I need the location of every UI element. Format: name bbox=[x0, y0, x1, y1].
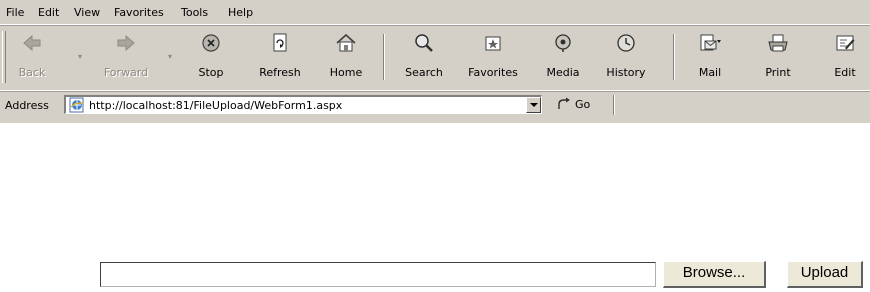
menu-view[interactable]: View bbox=[74, 7, 100, 19]
file-path-input[interactable] bbox=[100, 262, 656, 287]
back-button[interactable]: Back bbox=[8, 28, 56, 86]
search-button[interactable]: Search bbox=[397, 28, 451, 86]
go-button[interactable]: Go bbox=[553, 96, 599, 114]
address-label: Address bbox=[5, 99, 49, 112]
media-button[interactable]: Media bbox=[538, 28, 588, 86]
address-url[interactable]: http://localhost:81/FileUpload/WebForm1.… bbox=[89, 99, 342, 112]
edit-icon bbox=[836, 35, 855, 51]
menu-bar: File Edit View Favorites Tools Help bbox=[0, 0, 870, 25]
stop-button[interactable]: Stop bbox=[186, 28, 236, 86]
address-input[interactable]: http://localhost:81/FileUpload/WebForm1.… bbox=[64, 95, 542, 114]
home-icon bbox=[336, 33, 356, 52]
forward-arrow-icon bbox=[117, 34, 135, 52]
address-dropdown-button[interactable] bbox=[526, 97, 541, 113]
history-button[interactable]: History bbox=[598, 28, 654, 86]
ie-page-icon bbox=[69, 97, 84, 113]
menu-file[interactable]: File bbox=[6, 7, 24, 19]
forward-dropdown-arrow[interactable]: ▾ bbox=[168, 52, 172, 61]
standard-toolbar: Back ▾ Forward ▾ Stop Refresh Home Searc… bbox=[0, 26, 870, 91]
upload-button[interactable]: Upload bbox=[787, 261, 863, 288]
addressbar-separator bbox=[613, 95, 615, 115]
go-label: Go bbox=[575, 98, 591, 111]
forward-label: Forward bbox=[103, 66, 149, 79]
print-label: Print bbox=[765, 66, 791, 79]
search-icon bbox=[415, 34, 433, 52]
refresh-button[interactable]: Refresh bbox=[247, 28, 313, 86]
go-arrow-icon bbox=[558, 97, 570, 109]
browser-chrome: File Edit View Favorites Tools Help Back… bbox=[0, 0, 870, 123]
forward-button[interactable]: Forward bbox=[92, 28, 160, 86]
stop-icon bbox=[202, 34, 220, 52]
print-icon bbox=[768, 34, 788, 52]
search-label: Search bbox=[405, 66, 443, 79]
history-icon bbox=[617, 34, 635, 52]
toolbar-separator bbox=[673, 34, 675, 80]
mail-label: Mail bbox=[698, 66, 722, 79]
mail-button[interactable]: Mail bbox=[688, 28, 732, 86]
toolbar-grip[interactable] bbox=[2, 31, 6, 83]
stop-label: Stop bbox=[198, 66, 224, 79]
edit-button[interactable]: Edit bbox=[824, 28, 866, 86]
refresh-label: Refresh bbox=[259, 66, 301, 79]
history-label: History bbox=[606, 66, 646, 79]
mail-icon bbox=[700, 34, 721, 51]
refresh-icon bbox=[273, 33, 287, 52]
home-button[interactable]: Home bbox=[322, 28, 370, 86]
favorites-button[interactable]: Favorites bbox=[458, 28, 528, 86]
back-arrow-icon bbox=[23, 34, 41, 52]
back-dropdown-arrow[interactable]: ▾ bbox=[78, 52, 82, 61]
print-button[interactable]: Print bbox=[756, 28, 800, 86]
menu-favorites[interactable]: Favorites bbox=[114, 7, 164, 19]
media-icon bbox=[555, 34, 571, 52]
home-label: Home bbox=[329, 66, 363, 79]
browse-button[interactable]: Browse... bbox=[663, 261, 766, 288]
menu-help[interactable]: Help bbox=[228, 7, 253, 19]
menu-edit[interactable]: Edit bbox=[38, 7, 59, 19]
media-label: Media bbox=[546, 66, 580, 79]
menu-tools[interactable]: Tools bbox=[181, 7, 208, 19]
toolbar-separator bbox=[383, 34, 385, 80]
favorites-label: Favorites bbox=[468, 66, 518, 79]
edit-label: Edit bbox=[834, 66, 856, 79]
address-bar: Address http://localhost:81/FileUpload/W… bbox=[0, 92, 870, 120]
back-label: Back bbox=[18, 66, 46, 79]
favorites-icon bbox=[485, 36, 501, 51]
